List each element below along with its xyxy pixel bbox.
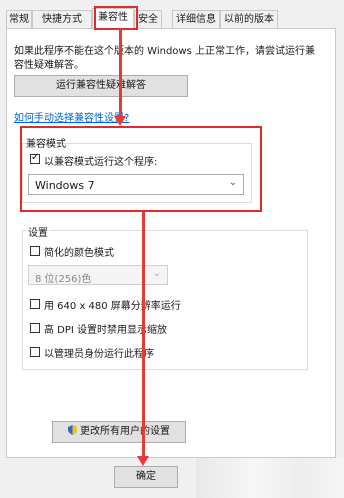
highlight-tab-box	[94, 6, 138, 30]
reduced-color-label: 简化的颜色模式	[44, 248, 114, 259]
tab-security[interactable]: 安全	[134, 10, 162, 28]
reduced-color-checkbox[interactable]	[30, 246, 40, 256]
troubleshoot-button[interactable]: 运行兼容性疑难解答	[14, 75, 188, 97]
tab-shortcut[interactable]: 快捷方式	[32, 10, 92, 28]
annotation-arrow-2	[142, 212, 145, 460]
intro-text-line1: 如果此程序不能在这个版本的 Windows 上正常工作，请尝试运行兼	[14, 46, 315, 57]
ok-button[interactable]: 确定	[114, 466, 178, 488]
run-640-label: 用 640 x 480 屏幕分辨率运行	[44, 301, 181, 312]
tab-previous-versions[interactable]: 以前的版本	[220, 10, 278, 28]
annotation-arrowhead-2	[137, 456, 149, 466]
high-dpi-label: 高 DPI 设置时禁用显示缩放	[44, 325, 168, 336]
annotation-arrow-1	[119, 28, 122, 120]
change-all-users-button[interactable]: 更改所有用户的设置	[52, 421, 186, 443]
shield-icon	[68, 423, 77, 435]
highlight-compat-box	[20, 126, 262, 212]
settings-title: 设置	[26, 224, 50, 239]
manual-settings-link[interactable]: 如何手动选择兼容性设置?	[14, 109, 129, 124]
color-depth-select: 8 位(256)色 ⌄	[28, 265, 168, 285]
annotation-arrowhead-1	[114, 116, 126, 126]
tab-details[interactable]: 详细信息	[172, 10, 220, 28]
change-all-users-label: 更改所有用户的设置	[80, 426, 170, 437]
tab-general[interactable]: 常规	[6, 10, 32, 28]
blurred-region	[196, 458, 344, 498]
chevron-down-icon: ⌄	[152, 268, 161, 279]
intro-text-line2: 容性疑难解答。	[14, 60, 84, 71]
run-admin-label: 以管理员身份运行此程序	[44, 349, 154, 360]
run-admin-checkbox[interactable]	[30, 347, 40, 357]
high-dpi-checkbox[interactable]	[30, 323, 40, 333]
run-640-checkbox[interactable]	[30, 299, 40, 309]
color-depth-value: 8 位(256)色	[35, 274, 92, 285]
